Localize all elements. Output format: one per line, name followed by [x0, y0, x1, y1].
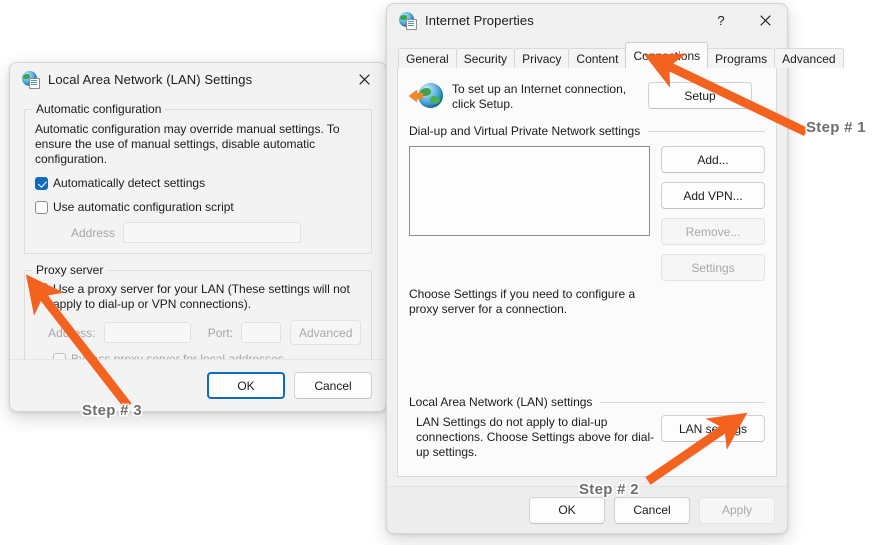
use-proxy-server-row[interactable]: Use a proxy server for your LAN (These s…: [35, 282, 361, 312]
automatic-configuration-legend: Automatic configuration: [32, 102, 166, 116]
auto-detect-settings-row[interactable]: Automatically detect settings: [35, 176, 361, 191]
question-mark-icon[interactable]: ?: [699, 4, 743, 36]
lan-settings-note: LAN Settings do not apply to dial-up con…: [416, 415, 655, 459]
use-proxy-server-checkbox[interactable]: [35, 283, 48, 296]
lan-dialog-body: Automatic configuration Automatic config…: [10, 95, 386, 378]
dialup-proxy-note: Choose Settings if you need to configure…: [409, 287, 636, 316]
ie-dialog-titlebar: Internet Properties ?: [387, 4, 787, 36]
lan-dialog-title: Local Area Network (LAN) Settings: [48, 71, 253, 87]
add-button[interactable]: Add...: [661, 146, 765, 173]
proxy-address-input: [103, 322, 192, 343]
automatic-configuration-description: Automatic configuration may override man…: [35, 122, 340, 166]
lan-section-label: Local Area Network (LAN) settings: [409, 395, 593, 409]
use-proxy-server-label: Use a proxy server for your LAN (These s…: [53, 282, 350, 311]
proxy-port-label: Port:: [207, 325, 234, 340]
proxy-advanced-button: Advanced: [290, 320, 361, 345]
lan-settings-row: LAN Settings do not apply to dial-up con…: [398, 409, 776, 460]
tab-connections[interactable]: Connections: [625, 42, 709, 68]
lan-dialog-app-icon: [22, 70, 40, 89]
dialup-settings-button: Settings: [661, 254, 765, 281]
tab-programs[interactable]: Programs: [707, 48, 776, 68]
internet-properties-dialog: Internet Properties ? General Security P…: [386, 3, 844, 534]
close-icon[interactable]: [342, 63, 386, 95]
step-3-label: Step # 3: [82, 402, 142, 419]
auto-detect-settings-checkbox[interactable]: [35, 177, 48, 190]
ie-apply-button: Apply: [699, 496, 775, 524]
add-vpn-button[interactable]: Add VPN...: [661, 182, 765, 209]
setup-description: To set up an Internet connection, click …: [452, 82, 627, 111]
dialup-section-label: Dial-up and Virtual Private Network sett…: [409, 124, 641, 138]
proxy-server-legend: Proxy server: [32, 263, 108, 277]
proxy-address-port-row: Address: Port: Advanced: [39, 320, 361, 345]
proxy-address-label: Address:: [48, 325, 96, 340]
automatic-configuration-group: Automatic configuration Automatic config…: [24, 102, 372, 254]
ie-dialog-window-controls: ?: [699, 4, 787, 36]
dialup-section-header: Dial-up and Virtual Private Network sett…: [409, 124, 765, 138]
step-1-label: Step # 1: [806, 119, 866, 136]
tab-content[interactable]: Content: [568, 48, 627, 68]
auto-config-address-row: Address: [53, 222, 361, 243]
auto-config-address-input[interactable]: [123, 222, 301, 243]
dialup-connections-list[interactable]: [409, 146, 650, 236]
auto-detect-settings-label: Automatically detect settings: [53, 176, 206, 190]
close-icon[interactable]: [743, 4, 787, 36]
ie-dialog-title: Internet Properties: [425, 12, 534, 28]
step-2-label: Step # 2: [579, 481, 639, 498]
ie-tabstrip: General Security Privacy Content Connect…: [387, 42, 844, 68]
dialup-buttons: Add... Add VPN... Remove... Settings: [661, 146, 765, 281]
auto-config-address-label: Address: [70, 225, 115, 240]
proxy-port-input: [241, 322, 282, 343]
lan-cancel-button[interactable]: Cancel: [294, 372, 372, 399]
lan-settings-dialog: Local Area Network (LAN) Settings Automa…: [9, 62, 387, 412]
lan-section-header: Local Area Network (LAN) settings: [409, 395, 765, 409]
dialup-section-rule: [648, 130, 765, 132]
lan-dialog-footer: OK Cancel: [10, 359, 386, 411]
connections-tab-page: To set up an Internet connection, click …: [397, 67, 777, 477]
ie-cancel-button[interactable]: Cancel: [614, 496, 690, 524]
use-automatic-configuration-script-row[interactable]: Use automatic configuration script: [35, 200, 361, 215]
lan-dialog-titlebar: Local Area Network (LAN) Settings: [10, 63, 386, 95]
remove-button: Remove...: [661, 218, 765, 245]
tab-security[interactable]: Security: [455, 48, 516, 68]
tab-privacy[interactable]: Privacy: [514, 48, 570, 68]
tab-general[interactable]: General: [398, 48, 457, 68]
dialup-area: Add... Add VPN... Remove... Settings: [398, 138, 776, 281]
setup-button[interactable]: Setup: [648, 82, 752, 109]
lan-dialog-window-controls: [342, 63, 386, 95]
lan-settings-button[interactable]: LAN settings: [661, 415, 765, 442]
use-automatic-configuration-script-label: Use automatic configuration script: [53, 200, 234, 214]
ie-ok-button[interactable]: OK: [529, 496, 605, 524]
lan-section-rule: [600, 401, 765, 403]
tab-advanced[interactable]: Advanced: [774, 48, 844, 68]
ie-dialog-app-icon: [399, 11, 417, 30]
globe-with-arrow-icon: [409, 81, 443, 111]
use-automatic-configuration-script-checkbox[interactable]: [35, 201, 48, 214]
setup-button-wrap: Setup: [648, 81, 752, 109]
setup-section: To set up an Internet connection, click …: [398, 68, 776, 112]
lan-ok-button[interactable]: OK: [207, 372, 285, 399]
